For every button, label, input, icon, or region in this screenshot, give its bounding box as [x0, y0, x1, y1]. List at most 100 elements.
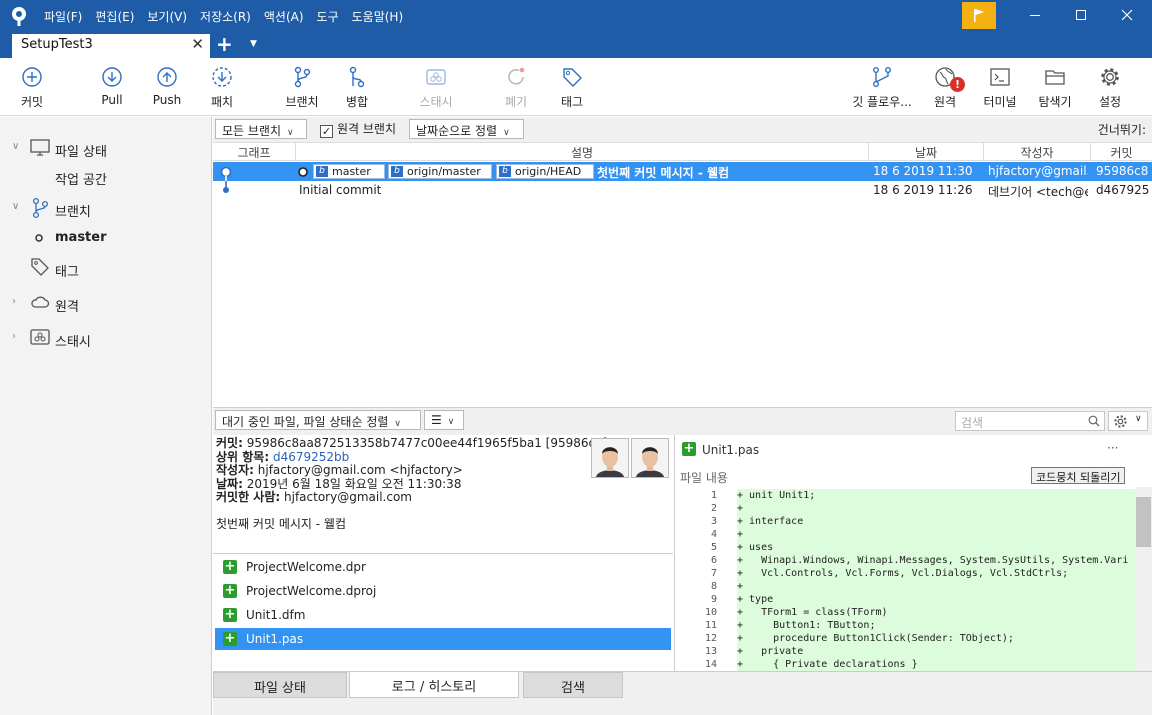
menu-bar: 파일(F) 편집(E) 보기(V) 저장소(R) 액션(A) 도구 도움말(H): [44, 8, 416, 25]
diff-line[interactable]: +: [737, 528, 1135, 541]
diff-line[interactable]: + type: [737, 593, 1135, 606]
diff-line[interactable]: +: [737, 580, 1135, 593]
monitor-icon: [30, 139, 50, 156]
tab-search[interactable]: 검색: [523, 672, 623, 698]
tab-file-status[interactable]: 파일 상태: [213, 672, 347, 698]
diff-line[interactable]: + TForm1 = class(TForm): [737, 606, 1135, 619]
parent-link[interactable]: d4679252bb: [273, 450, 349, 464]
stash-icon: [426, 69, 446, 85]
column-date[interactable]: 날짜: [869, 144, 983, 161]
branch-button[interactable]: 브랜치: [272, 66, 332, 110]
diff-line[interactable]: + unit Unit1;: [737, 489, 1135, 502]
branch-filter-label: 모든 브랜치: [222, 124, 282, 138]
menu-actions[interactable]: 액션(A): [264, 8, 304, 25]
repo-tab-title: SetupTest3: [21, 37, 93, 52]
notification-flag-button[interactable]: [962, 2, 996, 29]
branch-filter-dropdown[interactable]: 모든 브랜치 ∨: [215, 119, 307, 139]
date-value: 2019년 6월 18일 화요일 오전 11:30:38: [246, 476, 462, 491]
list-item[interactable]: + Unit1.dfm: [215, 604, 671, 626]
chevron-down-icon[interactable]: ∨: [12, 141, 19, 152]
sort-dropdown[interactable]: 날짜순으로 정렬 ∨: [409, 119, 524, 139]
branch-ref-origin-head[interactable]: b origin/HEAD: [496, 164, 594, 179]
menu-file[interactable]: 파일(F): [44, 8, 82, 25]
pending-files-dropdown[interactable]: 대기 중인 파일, 파일 상태순 정렬 ∨: [215, 410, 421, 430]
stash-button[interactable]: 스태시: [406, 66, 466, 110]
remote-branches-checkbox[interactable]: ✓ 원격 브랜치: [320, 120, 396, 138]
view-mode-dropdown[interactable]: ☰ ∨: [424, 410, 464, 430]
remote-button[interactable]: ! 원격: [915, 66, 975, 110]
chevron-right-icon[interactable]: ›: [12, 296, 16, 307]
fetch-button[interactable]: 패치: [192, 66, 252, 110]
branch-ref-master[interactable]: b master: [313, 164, 385, 179]
maximize-button[interactable]: [1058, 0, 1104, 31]
merge-icon: [349, 66, 365, 88]
parent-label: 상위 항목:: [216, 449, 270, 464]
tab-close-icon[interactable]: ✕: [191, 35, 204, 53]
line-number: 4: [710, 529, 717, 540]
tag-button[interactable]: 태그: [542, 66, 602, 110]
push-button[interactable]: Push: [137, 66, 197, 107]
diff-line[interactable]: +: [737, 502, 1135, 515]
scrollbar-thumb[interactable]: [1136, 497, 1151, 547]
more-options-icon[interactable]: ···: [1107, 441, 1118, 455]
tab-list-chevron-icon[interactable]: ▼: [250, 39, 257, 49]
column-author[interactable]: 작성자: [984, 144, 1090, 161]
added-file-icon: +: [223, 559, 237, 574]
remote-warning-badge: !: [950, 77, 965, 92]
menu-view[interactable]: 보기(V): [147, 8, 187, 25]
added-file-icon: +: [682, 441, 696, 456]
revert-hunk-button[interactable]: 코드뭉치 되돌리기: [1031, 467, 1126, 484]
gitflow-button[interactable]: 깃 플로우...: [850, 66, 914, 110]
diff-line[interactable]: + { Private declarations }: [737, 658, 1135, 671]
settings-button[interactable]: 설정: [1080, 66, 1140, 110]
tab-log-history[interactable]: 로그 / 히스토리: [349, 672, 519, 698]
diff-panel: + Unit1.pas ··· 파일 내용 코드뭉치 되돌리기 1 + unit …: [674, 435, 1152, 671]
diff-line[interactable]: + procedure Button1Click(Sender: TObject…: [737, 632, 1135, 645]
gitflow-icon: [873, 67, 891, 87]
explorer-button[interactable]: 탐색기: [1025, 66, 1085, 110]
chevron-down-icon: ∨: [503, 128, 510, 138]
repo-tab[interactable]: SetupTest3 ✕: [12, 34, 210, 58]
menu-edit[interactable]: 편집(E): [95, 8, 134, 25]
branch-ref-origin-master[interactable]: b origin/master: [388, 164, 492, 179]
line-number: 3: [710, 516, 717, 527]
commit-row[interactable]: Initial commit 18 6 2019 11:26 데브기어 <tec…: [213, 181, 1152, 200]
diff-line[interactable]: + Winapi.Windows, Winapi.Messages, Syste…: [737, 554, 1135, 567]
column-graph[interactable]: 그래프: [213, 144, 295, 161]
menu-repository[interactable]: 저장소(R): [200, 8, 251, 25]
commit-button[interactable]: 커밋: [2, 66, 62, 110]
branch-icon: [294, 66, 311, 88]
menu-help[interactable]: 도움말(H): [352, 8, 404, 25]
commit-row[interactable]: b master b origin/master b origin/HEAD 첫번째 …: [213, 162, 1152, 181]
new-tab-button[interactable]: +: [216, 32, 233, 56]
chevron-down-icon[interactable]: ∨: [12, 201, 19, 212]
column-description[interactable]: 설명: [296, 144, 868, 161]
discard-button[interactable]: 폐기: [486, 66, 546, 110]
pull-button[interactable]: Pull: [82, 66, 142, 107]
diff-line[interactable]: + Vcl.Controls, Vcl.Forms, Vcl.Dialogs, …: [737, 567, 1135, 580]
diff-line[interactable]: + private: [737, 645, 1135, 658]
author-value: hjfactory@gmail.com <hjfactory>: [257, 463, 463, 477]
menu-tools[interactable]: 도구: [317, 8, 339, 25]
minimize-button[interactable]: [1012, 0, 1058, 31]
minimize-icon: [1030, 15, 1040, 16]
chevron-right-icon[interactable]: ›: [12, 331, 16, 342]
list-item[interactable]: + ProjectWelcome.dproj: [215, 580, 671, 602]
diff-code: 1 + unit Unit1; 2 +3 + interface 4 +5 + uses 6 + …: [675, 487, 1135, 671]
line-number: 5: [710, 542, 717, 553]
list-item[interactable]: + ProjectWelcome.dpr: [215, 556, 671, 578]
close-button[interactable]: [1104, 0, 1150, 31]
search-input[interactable]: 검색: [955, 411, 1105, 431]
diff-line[interactable]: + uses: [737, 541, 1135, 554]
line-number: 8: [710, 581, 717, 592]
list-item[interactable]: + Unit1.pas: [215, 628, 671, 650]
hunk-label: 파일 내용: [680, 471, 728, 485]
column-commit[interactable]: 커밋: [1091, 144, 1152, 161]
diff-line[interactable]: + Button1: TButton;: [737, 619, 1135, 632]
sort-label: 날짜순으로 정렬: [416, 124, 498, 138]
options-dropdown[interactable]: ∨: [1108, 411, 1148, 431]
diff-line[interactable]: + interface: [737, 515, 1135, 528]
terminal-button[interactable]: 터미널: [970, 66, 1030, 110]
vertical-scrollbar[interactable]: [1135, 487, 1152, 671]
merge-button[interactable]: 병합: [327, 66, 387, 110]
